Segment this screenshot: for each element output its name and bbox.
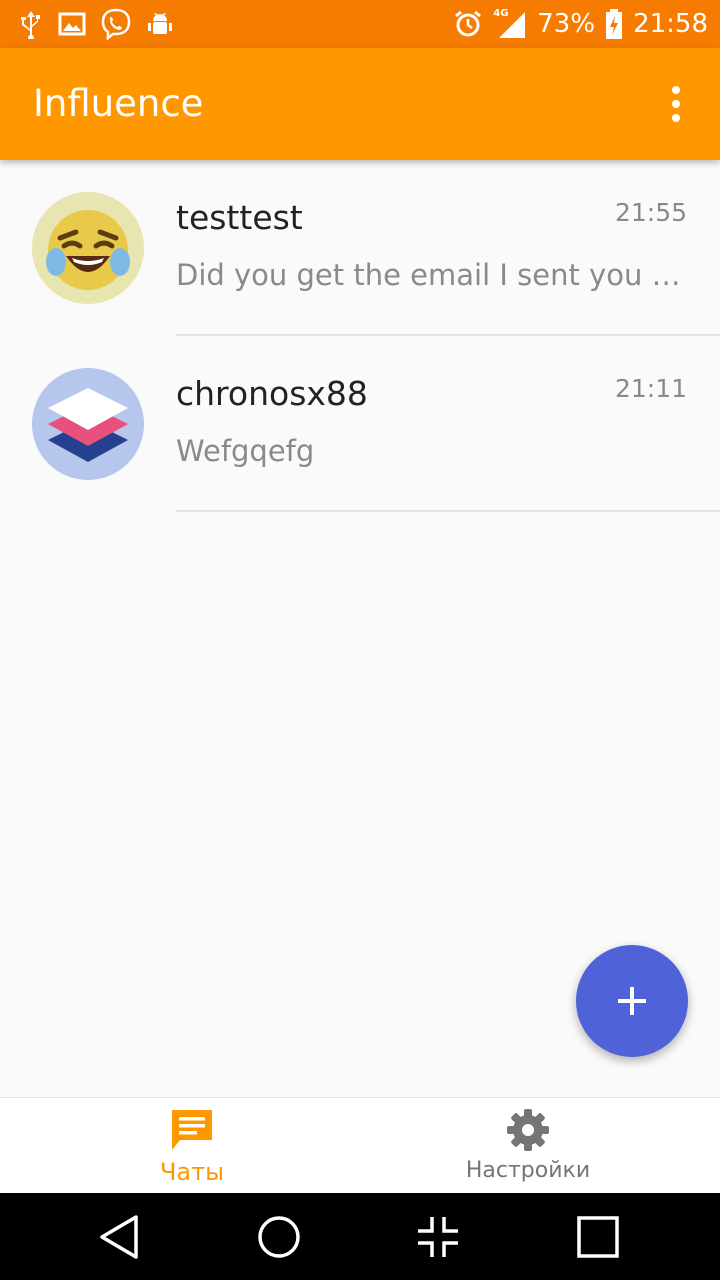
- system-navigation-bar: [0, 1193, 720, 1280]
- home-icon[interactable]: [255, 1213, 303, 1261]
- chat-time: 21:11: [614, 374, 687, 403]
- bottom-navigation: Чаты Настройки: [0, 1097, 720, 1194]
- split-screen-icon[interactable]: [414, 1213, 462, 1261]
- alarm-icon: [455, 10, 482, 37]
- viber-icon: [101, 8, 131, 40]
- battery-charging-icon: [606, 9, 623, 39]
- chat-item-chronosx88[interactable]: chronosx88 21:11 Wefgqefg: [0, 336, 720, 512]
- chat-last-message: Did you get the email I sent you a t...: [176, 258, 686, 292]
- clock: 21:58: [633, 9, 708, 39]
- android-debug-icon: [148, 12, 172, 34]
- notification-icons: [18, 8, 174, 40]
- avatar: [32, 368, 144, 480]
- chat-item-testtest[interactable]: testtest 21:55 Did you get the email I s…: [0, 160, 720, 336]
- chat-list: testtest 21:55 Did you get the email I s…: [0, 160, 720, 512]
- tab-settings-label: Настройки: [465, 1158, 591, 1183]
- back-icon[interactable]: [96, 1213, 144, 1261]
- chat-icon: [172, 1110, 212, 1150]
- recents-icon[interactable]: [574, 1213, 622, 1261]
- chat-last-message: Wefgqefg: [176, 434, 315, 468]
- more-options-icon[interactable]: [658, 84, 694, 124]
- tab-chats[interactable]: Чаты: [12, 1098, 372, 1194]
- battery-percent: 73%: [537, 9, 596, 39]
- new-chat-button[interactable]: [576, 945, 688, 1057]
- gear-icon: [507, 1109, 549, 1151]
- app-bar: Influence: [0, 48, 720, 160]
- chat-name: testtest: [176, 198, 303, 237]
- app-title: Influence: [33, 82, 204, 125]
- chat-time: 21:55: [614, 198, 687, 227]
- system-status: 4G 73% 21:58: [453, 0, 708, 48]
- laughing-emoji-icon: [32, 192, 144, 304]
- status-bar: 4G 73% 21:58: [0, 0, 720, 48]
- layers-icon: [32, 368, 144, 480]
- usb-icon: [21, 11, 40, 39]
- avatar: [32, 192, 144, 304]
- tab-chats-label: Чаты: [159, 1158, 225, 1186]
- plus-icon: [618, 987, 646, 1015]
- divider: [176, 510, 720, 512]
- tab-settings[interactable]: Настройки: [348, 1098, 708, 1194]
- chat-name: chronosx88: [176, 374, 368, 413]
- image-icon: [58, 12, 86, 36]
- signal-icon: 4G: [493, 8, 527, 40]
